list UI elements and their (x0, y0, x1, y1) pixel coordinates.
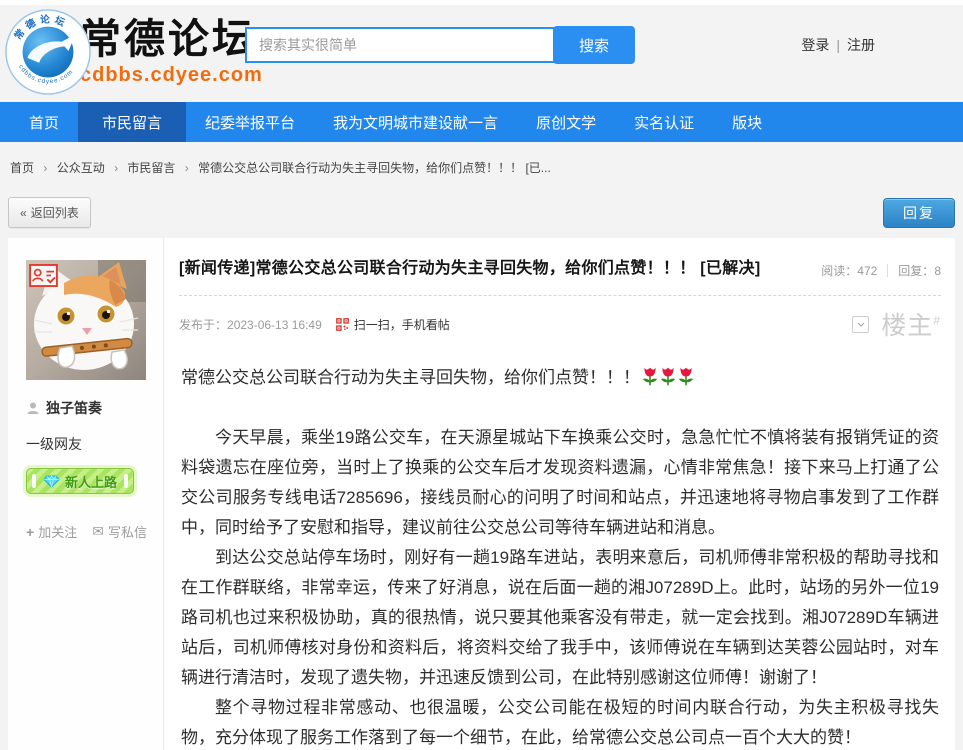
post-paragraph: 整个寻物过程非常感动、也很温暖，公交公司能在极短的时间内联合行动，为失主积极寻找… (181, 693, 939, 750)
logo-emblem-icon: 常德论坛 cdbbs.cdyee.com (4, 8, 92, 96)
tulip-icon (678, 366, 694, 387)
follow-label: 加关注 (38, 522, 77, 541)
qr-code-icon (336, 318, 349, 331)
reply-button[interactable]: 回复 (883, 198, 955, 228)
auth-links: 登录 | 注册 (801, 35, 875, 55)
logo-title: 常德论坛 (80, 18, 263, 61)
private-message-button[interactable]: ✉ 写私信 (92, 522, 147, 541)
action-row: « 返回列表 回复 (0, 189, 963, 238)
post-paragraph: 今天早晨，乘坐19路公交车，在天源星城站下车换乘公交时，急急忙忙不慎将装有报销凭… (181, 423, 939, 543)
username-row: 独子笛奏 (26, 398, 163, 418)
floor-mark: # (933, 314, 941, 328)
id-verified-icon (29, 264, 58, 287)
post-intro: 常德公交总公司联合行动为失主寻回失物，给你们点赞！！！ (181, 363, 939, 393)
private-message-label: 写私信 (108, 522, 147, 541)
tulip-icon (660, 366, 676, 387)
replies-count: 8 (934, 264, 941, 278)
floor-text: 楼主 (881, 312, 933, 340)
post-title: [新闻传递]常德公交总公司联合行动为失主寻回失物，给你们点赞！！！ [已解决] (179, 258, 760, 280)
breadcrumb: 首页 › 公众互动 › 市民留言 › 常德公交总公司联合行动为失主寻回失物，给你… (0, 142, 963, 189)
back-to-list-button[interactable]: « 返回列表 (8, 197, 91, 228)
nav-item-original-literature[interactable]: 原创文学 (517, 102, 615, 142)
back-arrow-icon: « (20, 206, 27, 220)
views-label: 阅读： (821, 262, 857, 279)
envelope-icon: ✉ (92, 523, 104, 540)
post-stats: 阅读：472 回复：8 (821, 258, 941, 279)
nav-item-home[interactable]: 首页 (10, 102, 78, 142)
breadcrumb-separator: › (43, 161, 47, 175)
nav-item-citizen-messages[interactable]: 市民留言 (78, 102, 186, 142)
nav-item-real-name[interactable]: 实名认证 (615, 102, 713, 142)
user-icon (26, 401, 40, 415)
logo-domain: cdbbs.cdyee.com (80, 64, 263, 87)
site-logo[interactable]: 常德论坛 cdbbs.cdyee.com 常德论坛 cdbbs.cdyee.co… (4, 8, 263, 96)
publish-label: 发布于： (179, 318, 227, 332)
nav-item-civilized-city[interactable]: 我为文明城市建设献一言 (314, 102, 517, 142)
post-intro-text: 常德公交总公司联合行动为失主寻回失物，给你们点赞！！！ (181, 368, 640, 387)
main-nav: 首页 市民留言 纪委举报平台 我为文明城市建设献一言 原创文学 实名认证 版块 (0, 102, 963, 142)
breadcrumb-public-interaction[interactable]: 公众互动 (57, 161, 105, 175)
avatar[interactable] (26, 260, 146, 380)
breadcrumb-home[interactable]: 首页 (10, 161, 34, 175)
nav-item-discipline-report[interactable]: 纪委举报平台 (186, 102, 314, 142)
follow-button[interactable]: + 加关注 (26, 522, 77, 541)
breadcrumb-citizen-messages[interactable]: 市民留言 (127, 161, 175, 175)
user-actions: + 加关注 ✉ 写私信 (26, 522, 163, 541)
diamond-icon (43, 475, 60, 488)
register-link[interactable]: 注册 (847, 37, 875, 53)
scan-hint[interactable]: 扫一扫，手机看帖 (354, 316, 450, 333)
thread-container: 独子笛奏 一级网友 新人上路 + 加关注 ✉ 写私信 (8, 238, 955, 750)
replies-label: 回复： (898, 262, 934, 279)
login-link[interactable]: 登录 (801, 37, 829, 53)
nav-item-forums[interactable]: 版块 (713, 102, 781, 142)
floor-label: 楼主# (881, 306, 941, 342)
breadcrumb-separator: › (185, 161, 189, 175)
stats-divider (887, 264, 888, 277)
search-button[interactable]: 搜索 (553, 26, 635, 64)
post-meta: 发布于：2023-06-13 16:49 扫一扫，手机看帖 (179, 309, 941, 339)
publish-time: 发布于：2023-06-13 16:49 (179, 316, 322, 333)
breadcrumb-separator: › (114, 161, 118, 175)
user-level: 一级网友 (26, 434, 163, 454)
logo-text: 常德论坛 cdbbs.cdyee.com (80, 8, 263, 87)
search-bar: 搜索 (245, 26, 635, 64)
site-header: 常德论坛 cdbbs.cdyee.com 常德论坛 cdbbs.cdyee.co… (0, 0, 963, 102)
username[interactable]: 独子笛奏 (46, 398, 102, 418)
collapse-icon[interactable] (852, 316, 869, 333)
publish-value: 2023-06-13 16:49 (227, 318, 322, 332)
plus-icon: + (26, 524, 34, 540)
post-head: [新闻传递]常德公交总公司联合行动为失主寻回失物，给你们点赞！！！ [已解决] … (179, 254, 941, 296)
page: 常德论坛 cdbbs.cdyee.com 常德论坛 cdbbs.cdyee.co… (0, 0, 963, 750)
post-paragraph: 到达公交总站停车场时，刚好有一趟19路车进站，表明来意后，司机师傅非常积极的帮助… (181, 543, 939, 693)
newbie-badge: 新人上路 (26, 468, 134, 494)
breadcrumb-current-thread: 常德公交总公司联合行动为失主寻回失物，给你们点赞！！！ [已... (198, 161, 551, 175)
tulip-icon (642, 366, 658, 387)
search-input[interactable] (245, 27, 555, 63)
post-content: 常德公交总公司联合行动为失主寻回失物，给你们点赞！！！ 今天早晨，乘坐19路公交… (179, 339, 941, 750)
back-to-list-label: 返回列表 (31, 204, 79, 221)
views-count: 472 (857, 264, 877, 278)
auth-divider: | (836, 37, 840, 53)
author-sidebar: 独子笛奏 一级网友 新人上路 + 加关注 ✉ 写私信 (8, 238, 164, 750)
post-panel: [新闻传递]常德公交总公司联合行动为失主寻回失物，给你们点赞！！！ [已解决] … (164, 238, 955, 750)
newbie-badge-label: 新人上路 (65, 472, 117, 491)
post-meta-right: 楼主# (852, 306, 941, 342)
